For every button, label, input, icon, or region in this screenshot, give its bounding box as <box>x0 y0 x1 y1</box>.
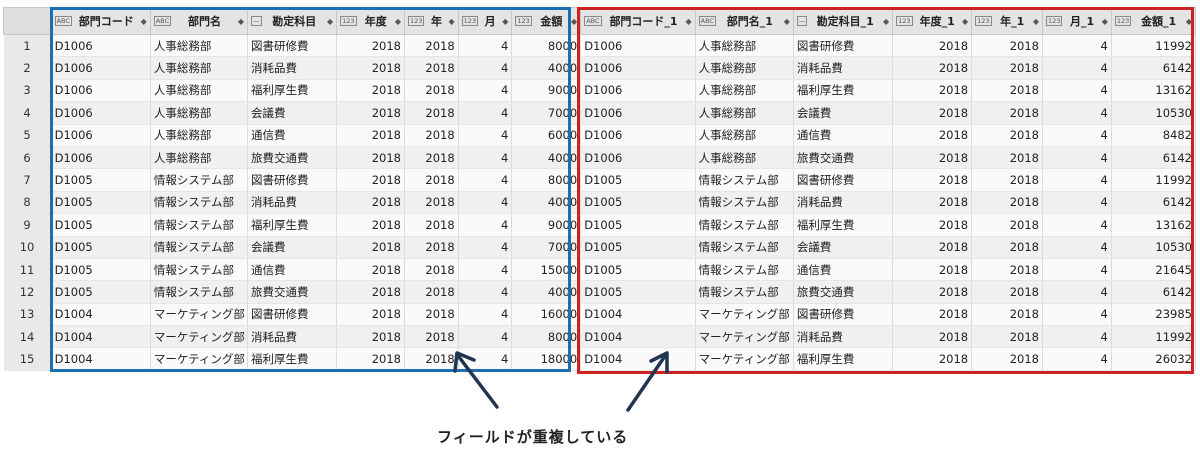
arrow-right <box>626 354 667 412</box>
annotation-caption: フィールドが重複している <box>437 428 629 446</box>
annotation-arrows <box>453 351 669 412</box>
arrow-left <box>457 355 499 409</box>
